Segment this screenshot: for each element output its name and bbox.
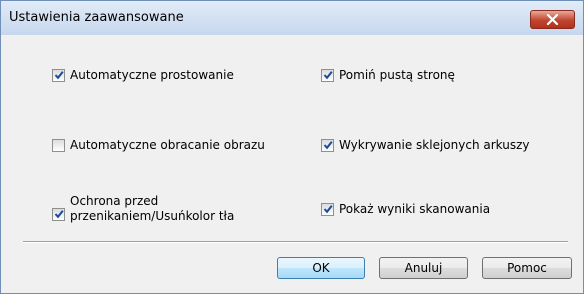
skip-blank-page-option[interactable]: Pomiń pustą stronę: [321, 68, 455, 83]
cancel-button[interactable]: Anuluj: [379, 257, 468, 279]
bleed-through-label: Ochrona przed przenikaniem/Usuńkolor tła: [70, 194, 235, 223]
checkmark-icon: [54, 71, 64, 80]
help-button[interactable]: Pomoc: [482, 257, 572, 279]
advanced-settings-dialog: Ustawienia zaawansowane Automatyczne pro…: [0, 0, 584, 294]
multifeed-detection-option[interactable]: Wykrywanie sklejonych arkuszy: [321, 138, 530, 153]
auto-rotate-option[interactable]: Automatyczne obracanie obrazu: [52, 138, 265, 153]
show-scan-results-checkbox[interactable]: [321, 203, 334, 216]
title-bar[interactable]: Ustawienia zaawansowane: [1, 1, 583, 35]
multifeed-detection-checkbox[interactable]: [321, 139, 334, 152]
checkmark-icon: [323, 71, 333, 80]
auto-deskew-label: Automatyczne prostowanie: [70, 68, 234, 82]
bleed-through-option[interactable]: Ochrona przed przenikaniem/Usuńkolor tła: [52, 194, 270, 224]
multifeed-detection-label: Wykrywanie sklejonych arkuszy: [339, 138, 530, 152]
show-scan-results-label: Pokaż wyniki skanowania: [339, 202, 491, 216]
auto-rotate-checkbox[interactable]: [52, 139, 65, 152]
dialog-title: Ustawienia zaawansowane: [9, 10, 184, 25]
auto-deskew-option[interactable]: Automatyczne prostowanie: [52, 68, 234, 83]
close-button[interactable]: [530, 10, 575, 29]
auto-rotate-label: Automatyczne obracanie obrazu: [70, 138, 265, 152]
checkmark-icon: [54, 209, 64, 218]
checkmark-icon: [323, 205, 333, 214]
show-scan-results-option[interactable]: Pokaż wyniki skanowania: [321, 202, 490, 217]
bleed-through-checkbox[interactable]: [52, 207, 65, 221]
close-icon: [546, 14, 559, 25]
skip-blank-page-label: Pomiń pustą stronę: [339, 68, 455, 82]
checkmark-icon: [323, 141, 333, 150]
auto-deskew-checkbox[interactable]: [52, 69, 65, 82]
ok-button[interactable]: OK: [277, 257, 365, 279]
separator: [23, 241, 568, 243]
skip-blank-page-checkbox[interactable]: [321, 69, 334, 82]
